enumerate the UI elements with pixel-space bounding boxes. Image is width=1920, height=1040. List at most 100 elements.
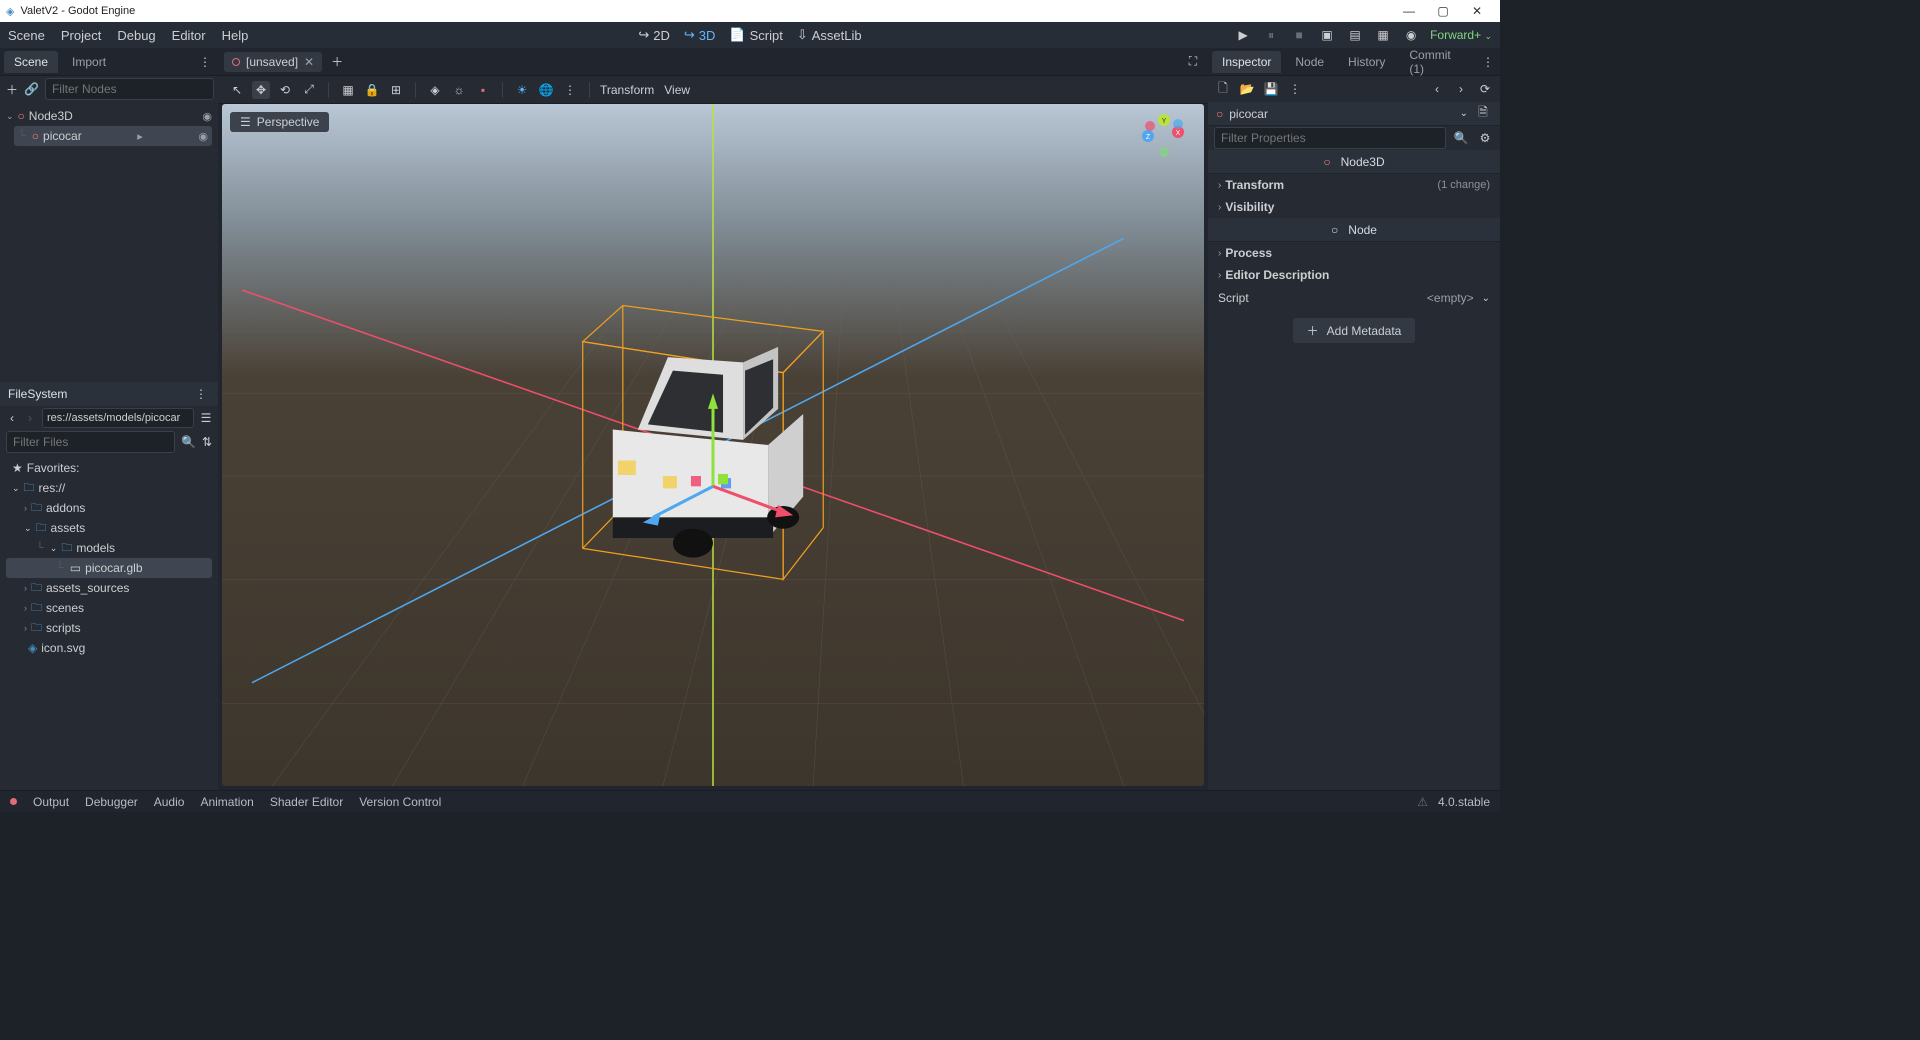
section-node[interactable]: ○ Node: [1208, 218, 1500, 242]
tree-child-node[interactable]: └ ○ picocar ▸ ◉: [14, 126, 212, 146]
sort-icon[interactable]: ⇅: [202, 433, 212, 451]
bottom-animation[interactable]: Animation: [200, 795, 253, 809]
transform-menu[interactable]: Transform: [600, 83, 654, 97]
more-icon[interactable]: ⋮: [561, 81, 579, 99]
close-tab-button[interactable]: ✕: [304, 55, 314, 69]
folder-row[interactable]: └⌄🗀 models: [2, 538, 216, 558]
viewport-3d[interactable]: ☰ Perspective: [222, 104, 1204, 786]
bottom-shader[interactable]: Shader Editor: [270, 795, 343, 809]
maximize-button[interactable]: ▢: [1426, 4, 1460, 18]
group-icon[interactable]: ⊞: [387, 81, 405, 99]
warnings-icon[interactable]: ⚠: [1417, 795, 1428, 809]
search-icon[interactable]: 🔍: [1452, 129, 1470, 147]
dock-options-icon[interactable]: ⋮: [1480, 53, 1496, 71]
section-node3d[interactable]: ○ Node3D: [1208, 150, 1500, 174]
workspace-script[interactable]: 📄Script: [729, 27, 782, 43]
folder-row[interactable]: ⌄🗀 res://: [2, 478, 216, 498]
distraction-free-icon[interactable]: ⛶: [1184, 53, 1202, 71]
nav-back-icon[interactable]: ‹: [1428, 80, 1446, 98]
snap-icon[interactable]: ▦: [339, 81, 357, 99]
inspector-tab[interactable]: Inspector: [1212, 51, 1281, 73]
nav-fwd-button[interactable]: ›: [24, 409, 36, 427]
new-tab-button[interactable]: ＋: [328, 53, 346, 71]
scale-tool-icon[interactable]: ⤢: [300, 81, 318, 99]
prop-visibility[interactable]: ›Visibility: [1208, 196, 1500, 218]
scene-tab[interactable]: [unsaved] ✕: [224, 52, 322, 72]
close-button[interactable]: ✕: [1460, 4, 1494, 18]
collapse-icon[interactable]: ⌄: [6, 111, 14, 122]
env-icon[interactable]: ▪: [474, 81, 492, 99]
history-tab[interactable]: History: [1338, 51, 1395, 73]
chevron-down-icon[interactable]: ⌄: [1460, 108, 1468, 119]
file-row[interactable]: ◈ icon.svg: [2, 638, 216, 658]
scene-dock-tab[interactable]: Scene: [4, 51, 58, 73]
cube-icon[interactable]: ◈: [426, 81, 444, 99]
render-mode-selector[interactable]: Forward+ ⌄: [1430, 28, 1492, 42]
history-icon[interactable]: ⟳: [1476, 80, 1494, 98]
save-resource-icon[interactable]: 💾: [1262, 80, 1280, 98]
play-scene-button[interactable]: ▣: [1318, 26, 1336, 44]
folder-row[interactable]: ›🗀 assets_sources: [2, 578, 216, 598]
stop-button[interactable]: ■: [1290, 26, 1308, 44]
rotate-tool-icon[interactable]: ⟲: [276, 81, 294, 99]
visibility-icon[interactable]: ◉: [198, 130, 208, 143]
render-button[interactable]: ◉: [1402, 26, 1420, 44]
instanced-scene-icon[interactable]: ▸: [137, 130, 143, 143]
select-tool-icon[interactable]: ↖: [228, 81, 246, 99]
commit-tab[interactable]: Commit (1): [1399, 44, 1472, 80]
filter-nodes-input[interactable]: [45, 78, 214, 100]
filter-properties-input[interactable]: [1214, 127, 1446, 149]
filter-files-input[interactable]: [6, 431, 175, 453]
add-metadata-button[interactable]: ＋ Add Metadata: [1293, 318, 1416, 343]
move-tool-icon[interactable]: ✥: [252, 81, 270, 99]
menu-project[interactable]: Project: [61, 28, 101, 43]
folder-row[interactable]: ›🗀 addons: [2, 498, 216, 518]
workspace-3d[interactable]: ↪3D: [684, 27, 716, 43]
preview-env-icon[interactable]: 🌐: [537, 81, 555, 99]
inspected-node-row[interactable]: ○ picocar ⌄ 🗎: [1208, 102, 1500, 126]
nav-fwd-icon[interactable]: ›: [1452, 80, 1470, 98]
instance-scene-button[interactable]: 🔗: [24, 80, 39, 98]
prop-process[interactable]: ›Process: [1208, 242, 1500, 264]
lock-icon[interactable]: 🔒: [363, 81, 381, 99]
pause-button[interactable]: ⏸: [1262, 26, 1280, 44]
nav-back-button[interactable]: ‹: [6, 409, 18, 427]
settings-icon[interactable]: ⚙: [1476, 129, 1494, 147]
menu-editor[interactable]: Editor: [172, 28, 206, 43]
view-mode-icon[interactable]: ☰: [200, 409, 212, 427]
collapse-icon[interactable]: ⌄: [12, 483, 20, 494]
filesystem-path-input[interactable]: [42, 408, 194, 428]
workspace-assetlib[interactable]: ⇩AssetLib: [797, 27, 862, 43]
preview-sun-icon[interactable]: ☀: [513, 81, 531, 99]
axis-orientation-gizmo[interactable]: X Y Z: [1136, 112, 1192, 168]
play-custom-button[interactable]: ▤: [1346, 26, 1364, 44]
bottom-output[interactable]: Output: [33, 795, 69, 809]
minimize-button[interactable]: —: [1392, 4, 1426, 18]
prop-script[interactable]: Script <empty> ⌄: [1208, 286, 1500, 310]
add-node-button[interactable]: ＋: [6, 80, 18, 98]
dock-options-icon[interactable]: ⋮: [196, 53, 214, 71]
bottom-audio[interactable]: Audio: [154, 795, 185, 809]
workspace-2d[interactable]: ↪2D: [638, 27, 670, 43]
folder-row[interactable]: ›🗀 scripts: [2, 618, 216, 638]
docs-icon[interactable]: 🗎: [1474, 105, 1492, 123]
folder-row[interactable]: ⌄🗀 assets: [2, 518, 216, 538]
node-tab[interactable]: Node: [1285, 51, 1334, 73]
prop-editor-description[interactable]: ›Editor Description: [1208, 264, 1500, 286]
folder-row[interactable]: ›🗀 scenes: [2, 598, 216, 618]
file-row[interactable]: └▭ picocar.glb: [6, 558, 212, 578]
collapse-icon[interactable]: ⌄: [50, 543, 58, 554]
new-resource-icon[interactable]: 🗋: [1214, 80, 1232, 98]
menu-debug[interactable]: Debug: [117, 28, 155, 43]
menu-scene[interactable]: Scene: [8, 28, 45, 43]
dock-options-icon[interactable]: ⋮: [192, 385, 210, 403]
import-dock-tab[interactable]: Import: [62, 51, 116, 73]
collapse-icon[interactable]: ⌄: [24, 523, 32, 534]
view-menu[interactable]: View: [664, 83, 690, 97]
sun-icon[interactable]: ☼: [450, 81, 468, 99]
bottom-debugger[interactable]: Debugger: [85, 795, 138, 809]
bottom-vcs[interactable]: Version Control: [359, 795, 441, 809]
tree-root-node[interactable]: ⌄ ○ Node3D ◉: [2, 106, 216, 126]
search-icon[interactable]: 🔍: [181, 433, 196, 451]
prop-transform[interactable]: ›Transform(1 change): [1208, 174, 1500, 196]
